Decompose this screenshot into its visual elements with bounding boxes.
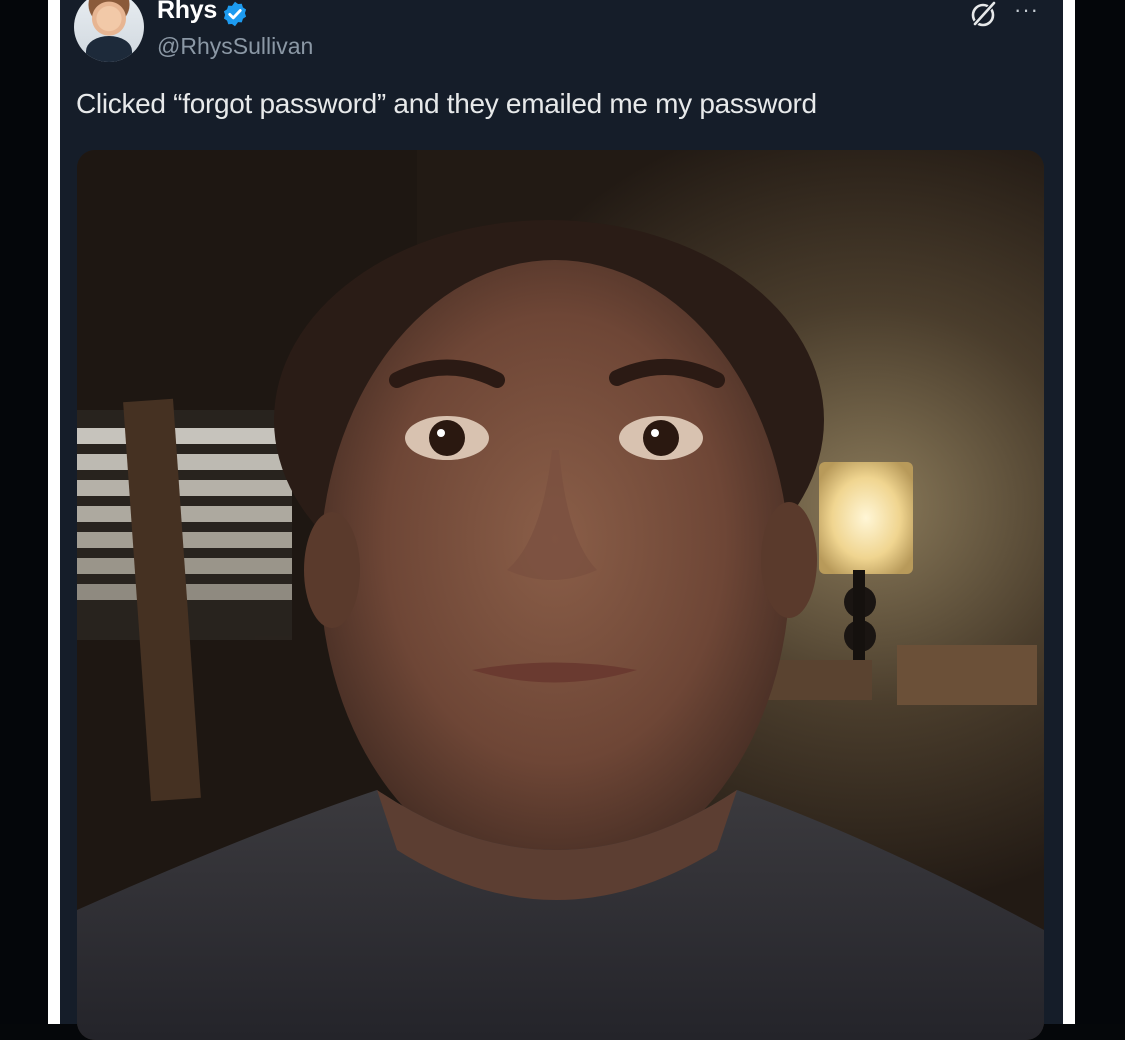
author-name[interactable]: Rhys xyxy=(157,0,217,25)
grok-icon[interactable] xyxy=(968,0,998,30)
screenshot-frame: Rhys @RhysSullivan ··· Clicked “forgot p… xyxy=(0,0,1125,1040)
more-options-icon[interactable]: ··· xyxy=(1014,0,1039,21)
left-border xyxy=(48,0,60,1024)
right-border xyxy=(1063,0,1075,1024)
verified-badge-icon xyxy=(223,1,247,27)
tweet-text: Clicked “forgot password” and they email… xyxy=(76,88,817,119)
tweet-media-photo[interactable] xyxy=(77,150,1044,1040)
author-handle[interactable]: @RhysSullivan xyxy=(157,33,313,60)
avatar-shirt xyxy=(86,36,132,62)
photo-illustration xyxy=(77,150,1044,1040)
